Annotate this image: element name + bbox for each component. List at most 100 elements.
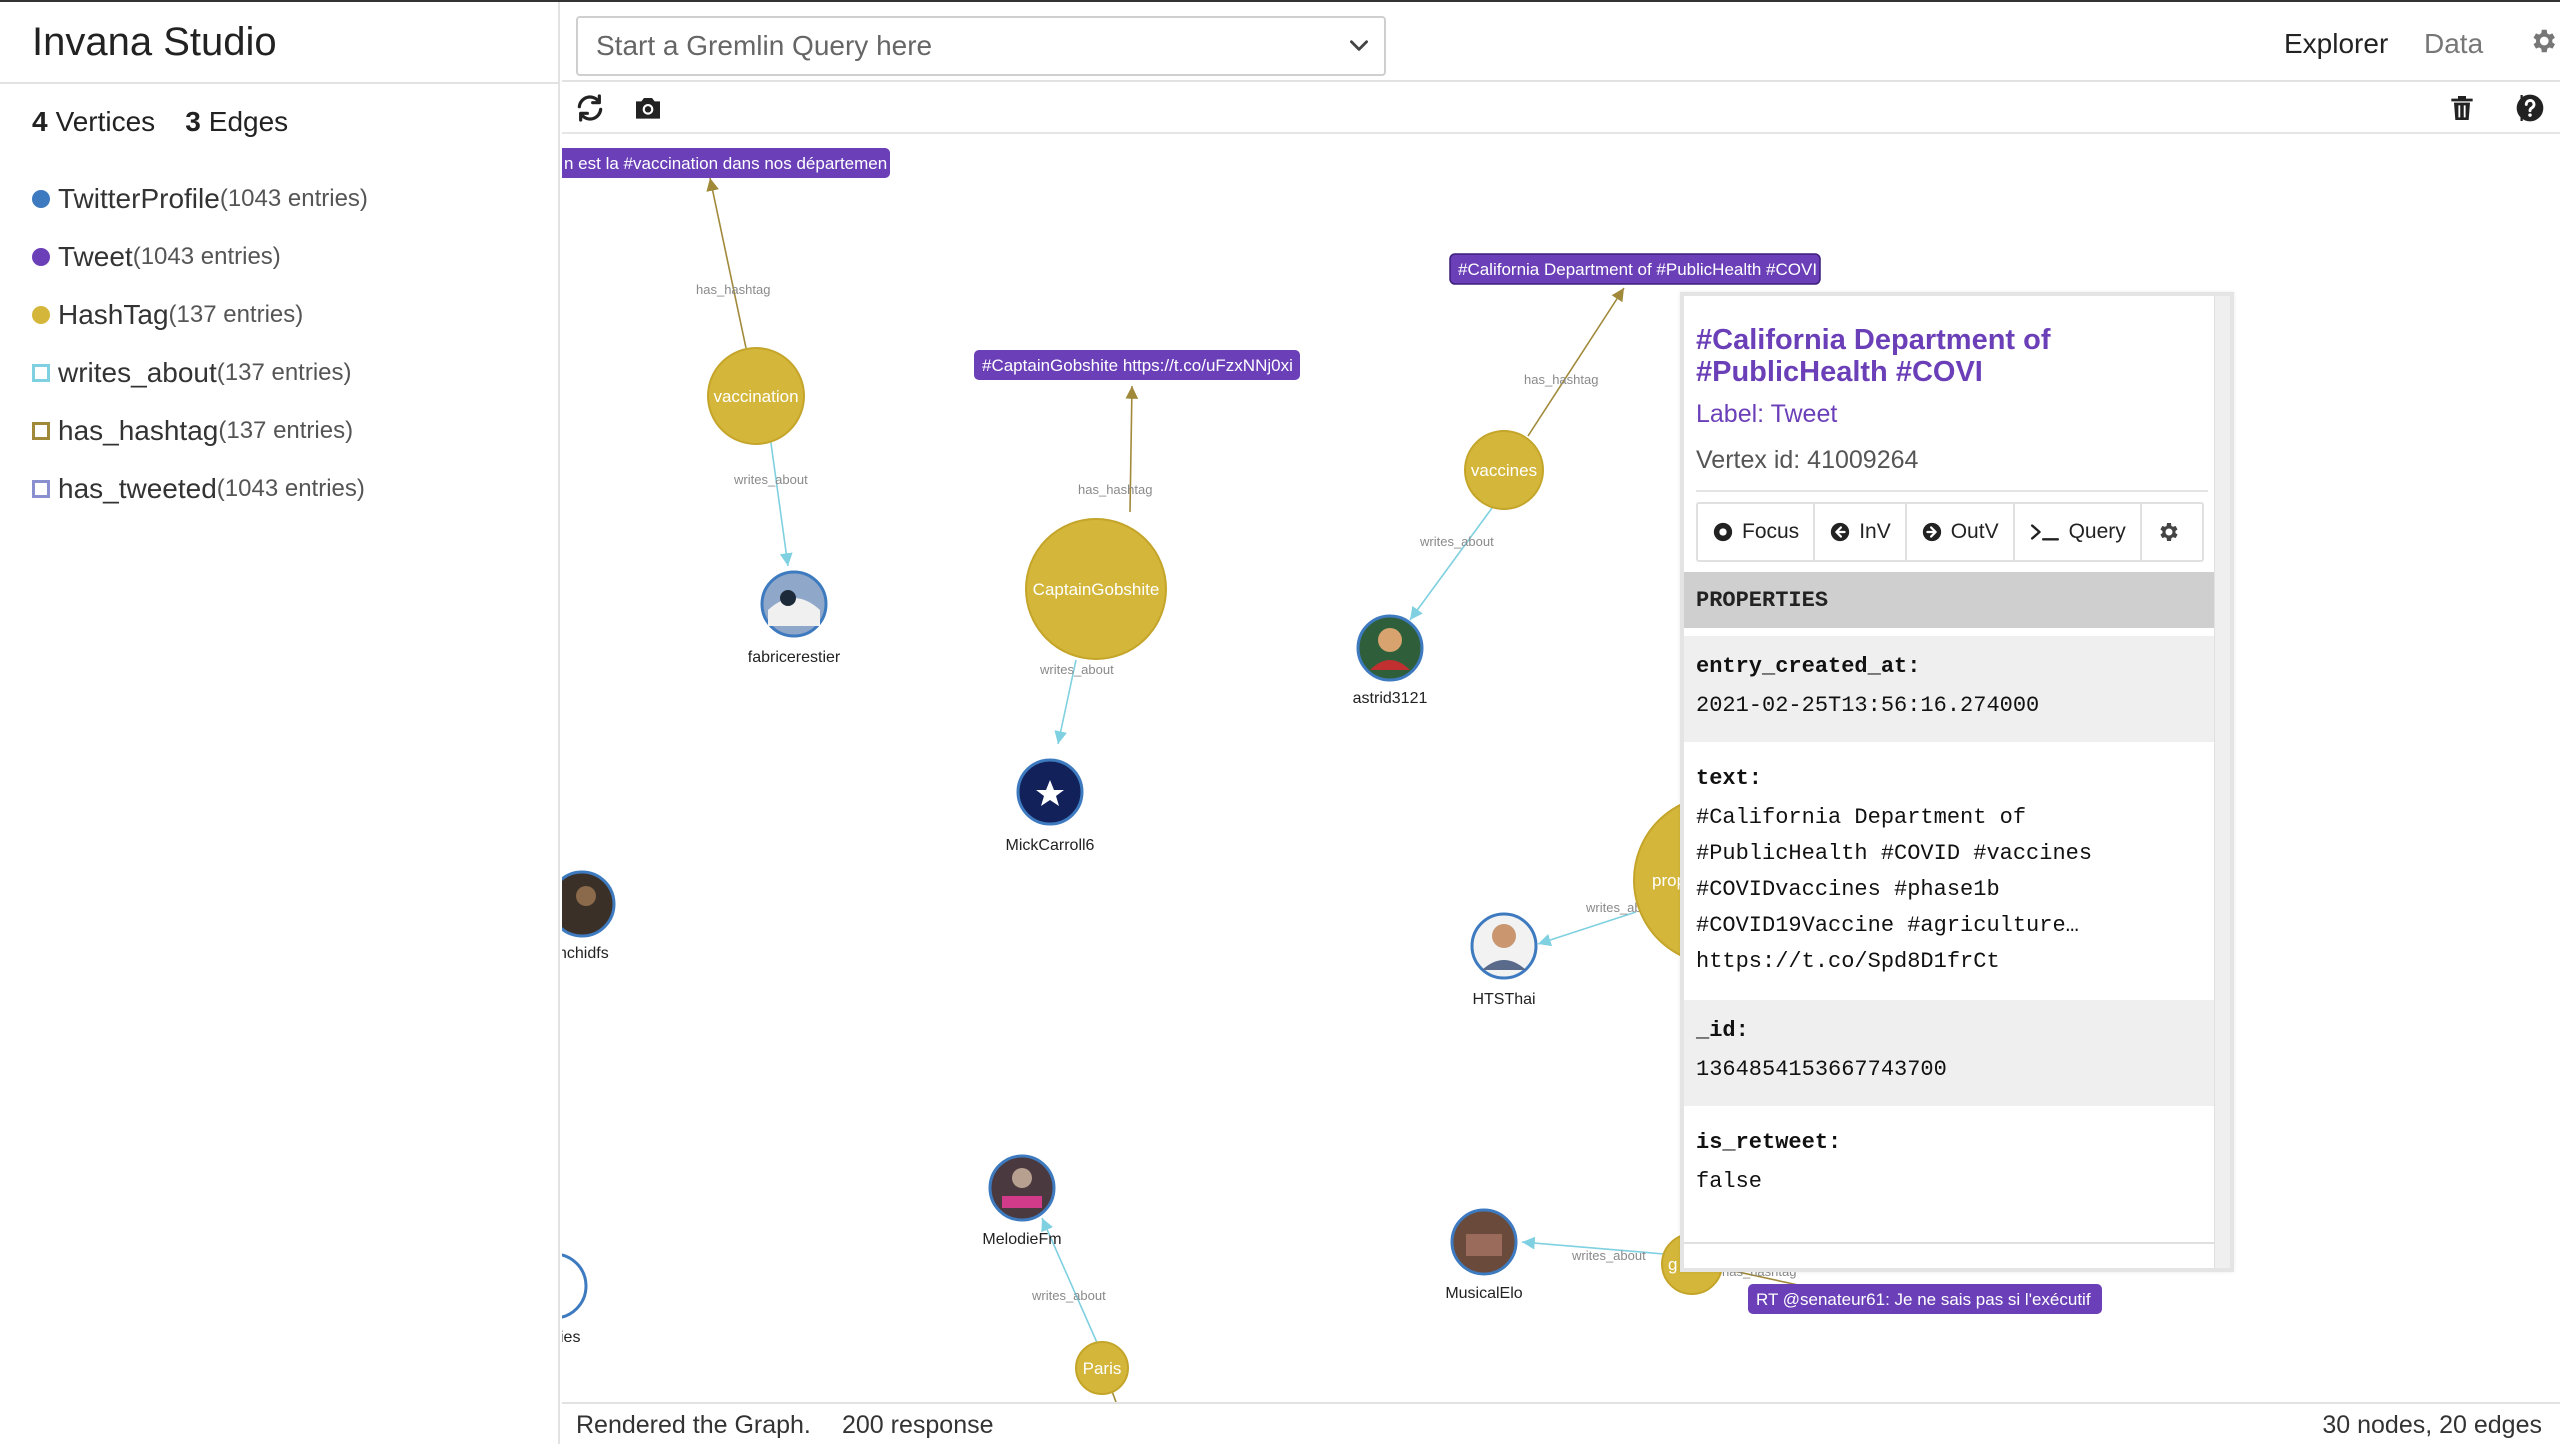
tweet-node-label: #California Department of #PublicHealth … bbox=[1458, 260, 1817, 279]
terminal-icon bbox=[2030, 524, 2059, 541]
app-title: Invana Studio bbox=[32, 20, 277, 64]
edge-label: writes_about bbox=[733, 472, 808, 487]
dot-circle-icon bbox=[1713, 522, 1733, 542]
status-bar: Rendered the Graph. 200 response 30 node… bbox=[562, 1402, 2560, 1444]
chevron-down-icon[interactable] bbox=[1346, 32, 1372, 58]
legend-item-tweet[interactable]: Tweet (1043 entries) bbox=[32, 228, 368, 286]
edge-label: has_hashtag bbox=[696, 282, 770, 297]
edge-label: writes_about bbox=[1419, 534, 1494, 549]
property-key: is_retweet: bbox=[1696, 1130, 1842, 1155]
edge-label: writes_about bbox=[1039, 662, 1114, 677]
edge-has-hashtag[interactable] bbox=[706, 177, 747, 349]
edge-color-square-icon bbox=[32, 364, 50, 382]
graph-toolbar: | bbox=[562, 84, 2560, 134]
tweet-node[interactable]: #CaptainGobshite https://t.co/uFzxNNj0xi bbox=[974, 350, 1300, 380]
camera-icon[interactable] bbox=[632, 92, 664, 124]
vertex-detail-content: #California Department of #PublicHealth … bbox=[1684, 296, 2214, 1268]
refresh-icon[interactable] bbox=[574, 92, 606, 124]
vertex-color-dot-icon bbox=[32, 306, 50, 324]
tweet-node-label: RT @senateur61: Je ne sais pas si l'exéc… bbox=[1756, 1290, 2091, 1309]
legend-item-hashtag[interactable]: HashTag (137 entries) bbox=[32, 286, 368, 344]
legend-item-name: has_tweeted bbox=[58, 473, 217, 504]
edge-label: writes_about bbox=[1031, 1288, 1106, 1303]
query-button[interactable]: Query bbox=[2015, 504, 2142, 560]
edges-count: 3 bbox=[185, 106, 201, 137]
profile-node[interactable]: nchidfs bbox=[562, 870, 616, 962]
outv-button[interactable]: OutV bbox=[1907, 504, 2015, 560]
legend-item-name: TwitterProfile bbox=[58, 183, 220, 214]
hashtag-node-label: vaccination bbox=[713, 387, 798, 406]
hashtag-node[interactable]: Paris bbox=[1075, 1341, 1129, 1395]
hashtag-node-label: Paris bbox=[1083, 1359, 1122, 1378]
legend-item-name: HashTag bbox=[58, 299, 169, 330]
sidebar-divider bbox=[0, 82, 560, 84]
profile-node[interactable]: astrid3121 bbox=[1353, 614, 1428, 707]
hashtag-node[interactable]: vaccines bbox=[1464, 430, 1544, 510]
nav-data-link[interactable]: Data bbox=[2424, 28, 2483, 60]
property-key: _id: bbox=[1696, 1018, 1749, 1043]
edge-has-hashtag[interactable] bbox=[1527, 287, 1625, 437]
edge-writes-about[interactable] bbox=[769, 435, 793, 567]
profile-node[interactable]: MickCarroll6 bbox=[1006, 758, 1095, 854]
graph-svg[interactable]: has_hashtag writes_about has_hashtag wri… bbox=[562, 136, 2560, 1402]
arrow-left-circle-icon bbox=[1831, 522, 1850, 542]
profile-node[interactable]: ies bbox=[562, 1253, 588, 1346]
status-message: Rendered the Graph. bbox=[576, 1411, 811, 1439]
legend-item-writes-about[interactable]: writes_about (137 entries) bbox=[32, 344, 368, 402]
inv-button-label: InV bbox=[1859, 520, 1891, 543]
focus-button-label: Focus bbox=[1742, 520, 1800, 543]
hashtag-node-label: CaptainGobshite bbox=[1033, 580, 1160, 599]
detail-bottom-bar bbox=[1684, 1242, 2214, 1268]
legend-item-name: Tweet bbox=[58, 241, 133, 272]
edge-writes-about[interactable] bbox=[1409, 507, 1493, 621]
outv-button-label: OutV bbox=[1950, 520, 1999, 543]
tweet-node-label: #CaptainGobshite https://t.co/uFzxNNj0xi bbox=[982, 356, 1293, 375]
vertex-color-dot-icon bbox=[32, 248, 50, 266]
focus-button[interactable]: Focus bbox=[1698, 504, 1816, 560]
profile-node-label: MickCarroll6 bbox=[1006, 837, 1095, 854]
trash-icon[interactable] bbox=[2446, 92, 2478, 124]
edges-label: Edges bbox=[208, 106, 289, 137]
property-value: false bbox=[1696, 1169, 1763, 1194]
profile-node[interactable]: fabricerestier bbox=[748, 570, 841, 666]
legend-item-count: (1043 entries) bbox=[216, 475, 365, 502]
vertex-label: Label: Tweet bbox=[1696, 400, 1838, 428]
gremlin-query-box bbox=[576, 16, 1386, 76]
legend-item-name: has_hashtag bbox=[58, 415, 219, 446]
property-value: 1364854153667743700 bbox=[1696, 1057, 1947, 1082]
profile-node-label: HTSThai bbox=[1472, 991, 1535, 1008]
edge-color-square-icon bbox=[32, 422, 50, 440]
legend-item-has-hashtag[interactable]: has_hashtag (137 entries) bbox=[32, 402, 368, 460]
property-row: entry_created_at: 2021-02-25T13:56:16.27… bbox=[1684, 636, 2214, 742]
profile-node-label: fabricerestier bbox=[748, 649, 841, 666]
tweet-node[interactable]: #California Department of #PublicHealth … bbox=[1449, 253, 1821, 285]
nav-explorer-link[interactable]: Explorer bbox=[2284, 28, 2388, 60]
legend-item-twitterprofile[interactable]: TwitterProfile (1043 entries) bbox=[32, 170, 368, 228]
tweet-node[interactable]: n est la #vaccination dans nos départeme… bbox=[562, 148, 890, 178]
hashtag-node[interactable]: vaccination bbox=[707, 347, 805, 445]
vertex-settings-button[interactable] bbox=[2142, 504, 2202, 560]
response-status: 200 response bbox=[842, 1411, 994, 1439]
sidebar: Invana Studio 4 Vertices 3 Edges TwitterPro… bbox=[0, 2, 560, 1444]
profile-node[interactable]: HTSThai bbox=[1470, 912, 1538, 1008]
hashtag-node[interactable]: CaptainGobshite bbox=[1025, 518, 1167, 660]
gear-icon[interactable] bbox=[2528, 26, 2558, 56]
legend-item-has-tweeted[interactable]: has_tweeted (1043 entries) bbox=[32, 460, 368, 518]
top-header: Explorer Data bbox=[562, 2, 2560, 82]
profile-node-label: astrid3121 bbox=[1353, 690, 1428, 707]
profile-node[interactable]: MusicalElo bbox=[1445, 1208, 1523, 1302]
vertex-detail-panel: #California Department of #PublicHealth … bbox=[1680, 292, 2234, 1272]
profile-node[interactable]: MelodieFm bbox=[982, 1154, 1062, 1248]
profile-node-label: MelodieFm bbox=[982, 1231, 1061, 1248]
detail-scrollbar[interactable] bbox=[2214, 296, 2230, 1268]
vertex-action-bar: Focus InV OutV Query bbox=[1696, 502, 2204, 562]
graph-canvas[interactable]: has_hashtag writes_about has_hashtag wri… bbox=[562, 136, 2560, 1402]
edge-writes-about[interactable] bbox=[1537, 911, 1637, 947]
tweet-node[interactable]: RT @senateur61: Je ne sais pas si l'exéc… bbox=[1748, 1284, 2102, 1314]
property-key: entry_created_at: bbox=[1696, 654, 1921, 679]
legend-list: TwitterProfile (1043 entries) Tweet (1043 … bbox=[32, 170, 368, 518]
help-icon[interactable] bbox=[2514, 92, 2546, 124]
edge-label: has_hashtag bbox=[1078, 482, 1152, 497]
gremlin-query-input[interactable] bbox=[578, 18, 1338, 74]
inv-button[interactable]: InV bbox=[1815, 504, 1907, 560]
